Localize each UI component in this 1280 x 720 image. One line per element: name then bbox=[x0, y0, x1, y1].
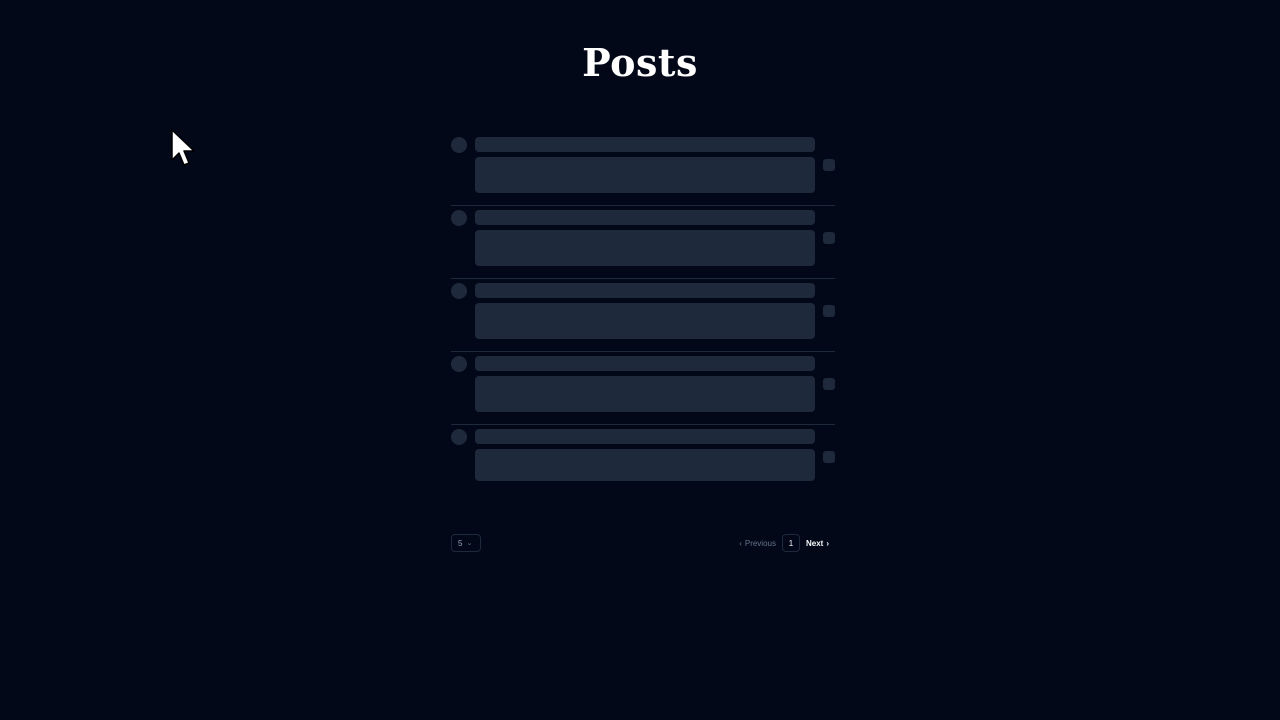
posts-page: Posts 5 ⌄ ‹ Previous 1 Next › bbox=[0, 0, 1280, 720]
post-skeleton-row bbox=[451, 279, 835, 352]
post-skeleton-row bbox=[451, 133, 835, 206]
skeleton-title-line bbox=[475, 210, 815, 225]
page-number-button[interactable]: 1 bbox=[781, 534, 800, 552]
next-label: Next bbox=[805, 538, 824, 548]
skeleton-title-line bbox=[475, 356, 815, 371]
skeleton-avatar bbox=[451, 137, 467, 153]
skeleton-avatar bbox=[451, 356, 467, 372]
next-page-button[interactable]: Next › bbox=[806, 539, 829, 548]
skeleton-action bbox=[823, 451, 835, 463]
mouse-cursor-icon bbox=[171, 129, 195, 166]
skeleton-body-block bbox=[475, 303, 815, 339]
page-size-select[interactable]: 5 ⌄ bbox=[451, 534, 481, 552]
skeleton-body-block bbox=[475, 230, 815, 266]
skeleton-avatar bbox=[451, 210, 467, 226]
page-size-value: 5 bbox=[458, 538, 463, 548]
skeleton-action bbox=[823, 232, 835, 244]
skeleton-avatar bbox=[451, 429, 467, 445]
posts-list bbox=[451, 133, 835, 497]
skeleton-title-line bbox=[475, 283, 815, 298]
previous-label: Previous bbox=[744, 538, 776, 548]
pagination-nav: ‹ Previous 1 Next › bbox=[739, 534, 829, 552]
skeleton-body-block bbox=[475, 449, 815, 481]
skeleton-title-line bbox=[475, 429, 815, 444]
page-title: Posts bbox=[582, 40, 698, 85]
chevron-left-icon: ‹ bbox=[739, 538, 742, 548]
pagination-bar: 5 ⌄ ‹ Previous 1 Next › bbox=[451, 534, 835, 552]
post-skeleton-row bbox=[451, 352, 835, 425]
skeleton-action bbox=[823, 378, 835, 390]
skeleton-body-block bbox=[475, 376, 815, 412]
post-skeleton-row bbox=[451, 206, 835, 279]
skeleton-body-block bbox=[475, 157, 815, 193]
chevron-right-icon: › bbox=[826, 538, 829, 548]
skeleton-title-line bbox=[475, 137, 815, 152]
chevron-down-icon: ⌄ bbox=[466, 540, 473, 547]
skeleton-action bbox=[823, 305, 835, 317]
post-skeleton-row bbox=[451, 425, 835, 497]
skeleton-action bbox=[823, 159, 835, 171]
skeleton-avatar bbox=[451, 283, 467, 299]
previous-page-button[interactable]: ‹ Previous bbox=[739, 539, 776, 548]
